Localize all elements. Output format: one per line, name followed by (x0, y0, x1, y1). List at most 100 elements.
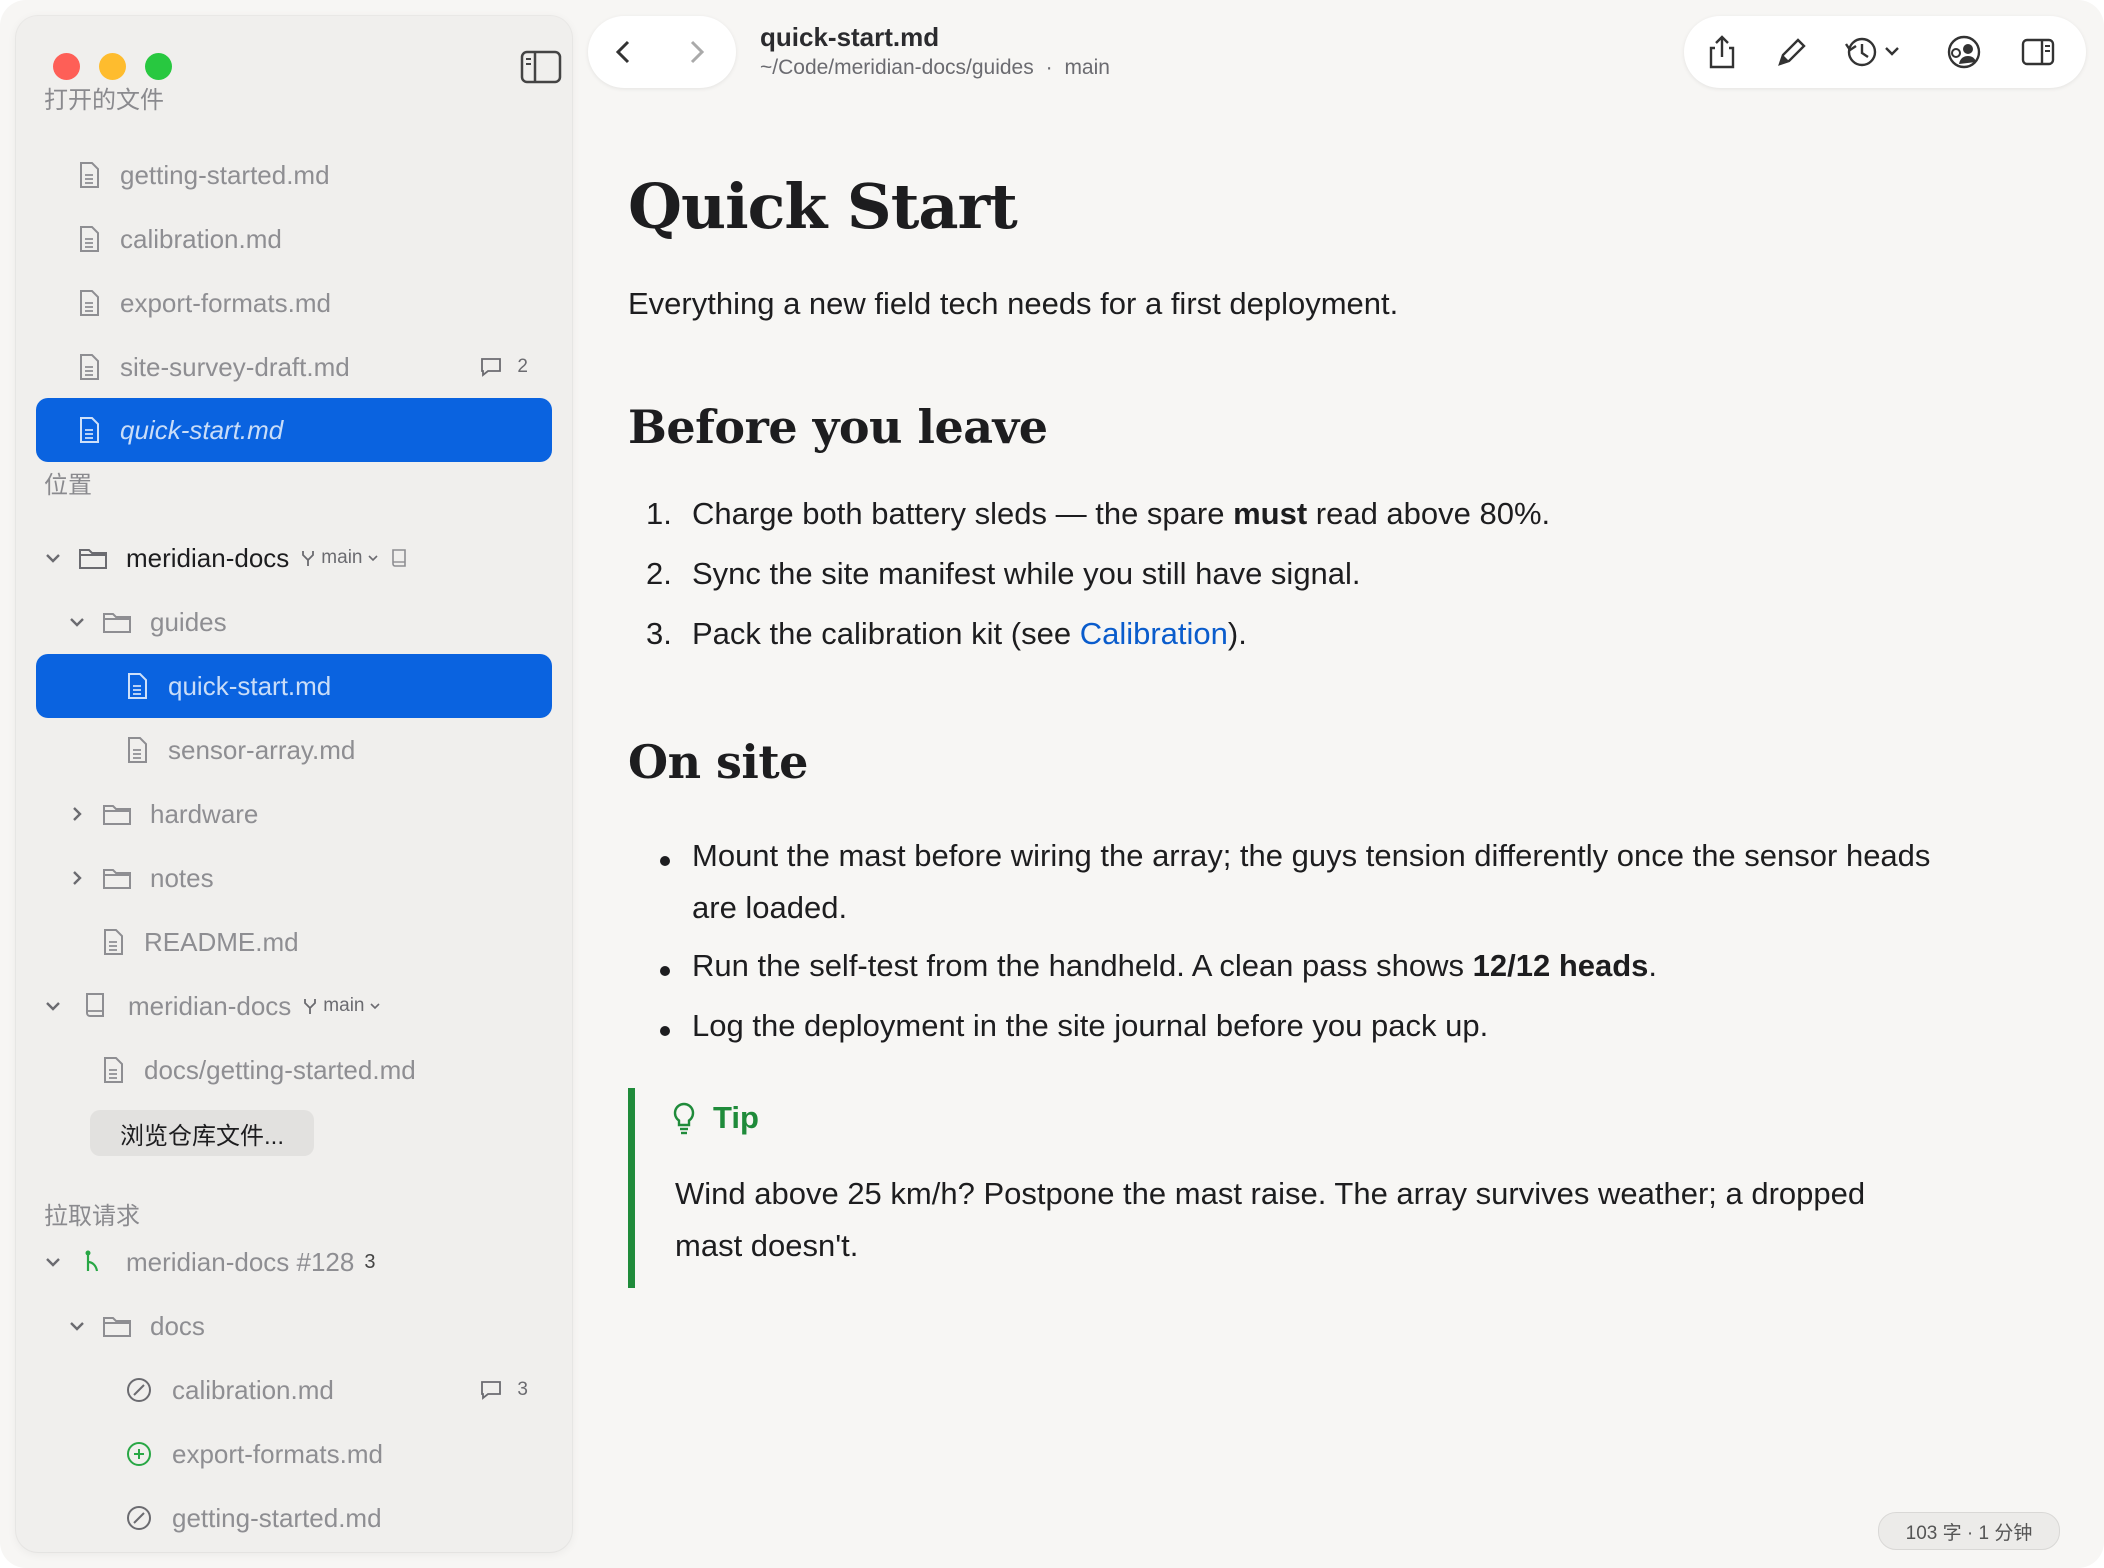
list-item: Mount the mast before wiring the array; … (692, 838, 1931, 925)
document-icon (104, 929, 123, 955)
document-icon (80, 417, 99, 443)
text: Charge both battery sleds — the spare (692, 496, 1234, 531)
pr-file-item[interactable]: calibration.md 3 (36, 1359, 552, 1421)
file-label: quick-start.md (168, 670, 332, 701)
collaborators-icon[interactable] (1946, 34, 1982, 70)
chevron-down-icon[interactable] (42, 1251, 64, 1273)
pull-request-icon (85, 1250, 99, 1272)
minimize-window-button[interactable] (99, 53, 126, 80)
modified-status-icon (127, 1506, 151, 1530)
branch-selector[interactable]: main (299, 547, 408, 569)
open-file-item[interactable]: getting-started.md (36, 144, 552, 206)
folder-item[interactable]: docs (36, 1295, 552, 1357)
tip-header: Tip (671, 1100, 759, 1136)
chevron-down-icon[interactable] (66, 611, 88, 633)
folder-label: notes (150, 862, 214, 893)
chevron-right-icon[interactable] (66, 803, 88, 825)
folder-icon (103, 869, 131, 889)
share-icon[interactable] (1704, 34, 1740, 70)
added-status-icon (127, 1442, 151, 1466)
navigation-controls (588, 16, 736, 88)
list-item: Charge both battery sleds — the spare mu… (692, 488, 1992, 540)
document-icon (80, 226, 99, 252)
open-file-item[interactable]: calibration.md (36, 208, 552, 270)
text: read above 80%. (1307, 496, 1551, 531)
comment-count: 2 (517, 356, 528, 377)
file-label: README.md (144, 926, 299, 957)
pr-file-item[interactable]: getting-started.md (36, 1487, 552, 1549)
path-separator: · (1045, 56, 1053, 79)
folder-icon (103, 1317, 131, 1337)
app-window: 打开的文件 getting-started.md calibration.md … (0, 0, 2104, 1568)
open-file-label: calibration.md (120, 223, 282, 254)
chevron-down-icon[interactable] (66, 1315, 88, 1337)
chevron-down-icon[interactable] (42, 547, 64, 569)
pull-request-item[interactable]: meridian-docs #128 3 (36, 1231, 552, 1293)
sidebar-toggle-icon[interactable] (520, 50, 562, 84)
branch-selector[interactable]: main (301, 995, 382, 1017)
comment-count: 3 (517, 1379, 528, 1400)
history-icon[interactable] (1844, 34, 1904, 70)
folder-icon (103, 805, 131, 825)
open-file-label: quick-start.md (120, 414, 284, 445)
open-file-item[interactable]: export-formats.md (36, 272, 552, 334)
file-item[interactable]: README.md (36, 911, 552, 973)
list-number: 2. (646, 556, 672, 591)
folder-item[interactable]: guides (36, 591, 552, 653)
branch-label: main (1064, 56, 1110, 79)
document-path: ~/Code/meridian-docs/guides · main (760, 56, 1110, 80)
pencil-icon[interactable] (1774, 34, 1810, 70)
text: ). (1227, 616, 1247, 651)
document-icon (80, 354, 99, 380)
lightbulb-icon (673, 1102, 695, 1135)
comment-indicator[interactable]: 2 (479, 336, 528, 398)
branch-label: main (323, 995, 365, 1016)
folder-icon (103, 613, 131, 633)
word-count-status[interactable]: 103 字 · 1 分钟 (1878, 1512, 2060, 1550)
comment-indicator[interactable]: 3 (479, 1359, 528, 1421)
list-item: Log the deployment in the site journal b… (692, 1008, 1489, 1043)
file-item[interactable]: sensor-array.md (36, 719, 552, 781)
inspector-icon[interactable] (2020, 34, 2056, 70)
comment-icon (481, 1381, 502, 1400)
open-file-item-selected[interactable]: quick-start.md (36, 398, 552, 462)
forward-icon[interactable] (680, 36, 712, 68)
browse-repo-files-button[interactable]: 浏览仓库文件... (90, 1110, 314, 1156)
open-file-label: export-formats.md (120, 287, 331, 318)
file-item[interactable]: docs/getting-started.md (36, 1039, 552, 1101)
zoom-window-button[interactable] (145, 53, 172, 80)
close-window-button[interactable] (53, 53, 80, 80)
file-item-selected[interactable]: quick-start.md (36, 654, 552, 718)
open-file-label: site-survey-draft.md (120, 351, 350, 382)
repo-item[interactable]: meridian-docs main (36, 975, 552, 1037)
list-item: Sync the site manifest while you still h… (692, 556, 1361, 591)
document-icon (80, 162, 99, 188)
document-icon (80, 290, 99, 316)
bullet (660, 966, 670, 976)
emphasis: must (1233, 496, 1308, 531)
lead-paragraph: Everything a new field tech needs for a … (628, 286, 1399, 321)
back-icon[interactable] (608, 36, 640, 68)
list-number: 3. (646, 616, 672, 651)
folder-item[interactable]: notes (36, 847, 552, 909)
heading-on-site: On site (628, 735, 808, 789)
open-file-item[interactable]: site-survey-draft.md 2 (36, 336, 552, 398)
branch-icon (304, 999, 317, 1014)
book-icon (392, 549, 407, 567)
repo-label: meridian-docs (128, 990, 292, 1021)
chevron-down-icon[interactable] (42, 995, 64, 1017)
pull-request-count: 3 (364, 1250, 376, 1273)
chevron-right-icon[interactable] (66, 867, 88, 889)
open-file-label: getting-started.md (120, 159, 330, 190)
locations-header: 位置 (44, 472, 92, 499)
heading-before-you-leave: Before you leave (628, 400, 1048, 454)
calibration-link[interactable]: Calibration (1080, 616, 1228, 651)
folder-item[interactable]: hardware (36, 783, 552, 845)
pull-request-label: meridian-docs #128 (126, 1246, 355, 1277)
modified-status-icon (127, 1378, 151, 1402)
bullet (660, 1026, 670, 1036)
folder-label: hardware (150, 798, 259, 829)
document-icon (128, 673, 147, 699)
repo-item[interactable]: meridian-docs main (36, 527, 552, 589)
pr-file-item[interactable]: export-formats.md (36, 1423, 552, 1485)
